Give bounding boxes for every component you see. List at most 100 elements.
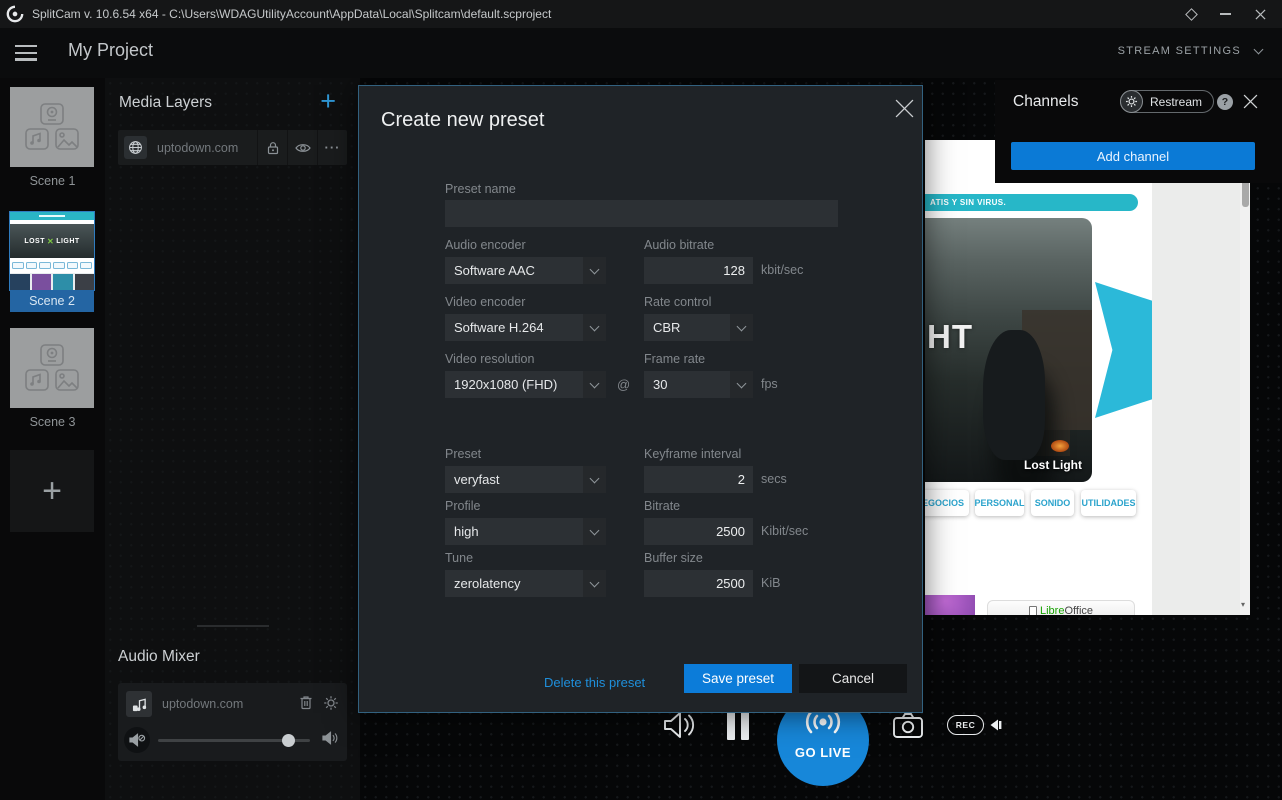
dialog-title: Create new preset <box>381 109 544 132</box>
menu-icon[interactable] <box>15 45 37 65</box>
poster-soldier-silhouette <box>983 330 1045 460</box>
pause-button[interactable] <box>727 712 751 740</box>
video-encoder-label: Video encoder <box>445 295 525 309</box>
libreoffice-card: LibreOffice <box>987 600 1135 615</box>
globe-icon <box>128 140 143 155</box>
webpage-app-tile <box>925 595 975 615</box>
rec-label: REC <box>956 720 975 730</box>
scene-1-thumbnail[interactable] <box>10 87 94 167</box>
scene2-thumbs-row <box>10 273 94 290</box>
record-button[interactable]: REC <box>947 715 984 735</box>
go-live-label: GO LIVE <box>795 745 851 760</box>
scene-placeholder-icon <box>25 344 79 392</box>
frame-rate-label: Frame rate <box>644 352 705 366</box>
video-encoder-select[interactable]: Software H.264 <box>445 314 606 341</box>
video-resolution-label: Video resolution <box>445 352 534 366</box>
bitrate-input[interactable] <box>644 518 753 545</box>
stream-settings-label: STREAM SETTINGS <box>1118 45 1241 57</box>
camera-icon <box>892 711 924 740</box>
buffer-size-label: Buffer size <box>644 551 703 565</box>
lost-light-logo-mark: ✕ <box>47 237 54 246</box>
scene-2-label: Scene 2 <box>10 290 94 312</box>
webpage-preview-layer: ATIS Y SIN VIRUS. HT Lost Light EGOCIOS … <box>925 140 1250 615</box>
bitrate-unit: Kibit/sec <box>761 524 808 538</box>
panel-divider <box>197 625 269 627</box>
layer-visibility-button[interactable] <box>287 130 317 165</box>
poster-fire-glow <box>1051 440 1069 452</box>
stream-settings-button[interactable]: STREAM SETTINGS <box>1118 45 1262 57</box>
lock-layer-button[interactable] <box>257 130 287 165</box>
audio-source-settings-button[interactable] <box>323 695 339 716</box>
scrollbar-down-arrow: ▾ <box>1241 600 1245 609</box>
webpage-side-column <box>1152 183 1250 615</box>
trash-icon <box>299 695 313 710</box>
save-preset-button[interactable]: Save preset <box>684 664 792 693</box>
close-window-icon[interactable] <box>1255 9 1266 20</box>
category-chip: EGOCIOS <box>925 490 969 516</box>
chevron-down-icon <box>583 371 606 398</box>
ellipsis-icon: ··· <box>325 143 341 153</box>
audio-encoder-select[interactable]: Software AAC <box>445 257 606 284</box>
plus-icon: + <box>42 472 62 511</box>
cancel-button[interactable]: Cancel <box>799 664 907 693</box>
scene-3-thumbnail[interactable] <box>10 328 94 408</box>
add-layer-button[interactable]: + <box>320 86 336 117</box>
create-preset-dialog: Create new preset Preset name Audio enco… <box>358 85 923 713</box>
layer-name: uptodown.com <box>157 141 257 155</box>
preset-name-input[interactable] <box>445 200 838 227</box>
layer-menu-button[interactable]: ··· <box>317 130 347 165</box>
help-icon[interactable]: ? <box>1217 94 1233 110</box>
keyframe-interval-label: Keyframe interval <box>644 447 741 461</box>
restream-gear-badge <box>1120 90 1143 113</box>
volume-max-button[interactable] <box>322 731 339 750</box>
media-layer-row[interactable]: uptodown.com ··· <box>118 130 347 165</box>
scene2-header-strip <box>10 212 94 220</box>
speaker-icon <box>322 731 339 745</box>
scene-placeholder-icon <box>25 103 79 151</box>
project-title: My Project <box>68 40 153 61</box>
audio-bitrate-unit: kbit/sec <box>761 263 803 277</box>
scene-3-label: Scene 3 <box>0 415 105 429</box>
audio-monitor-button[interactable] <box>663 710 697 745</box>
restream-button[interactable]: Restream <box>1120 90 1214 113</box>
rate-control-select[interactable]: CBR <box>644 314 753 341</box>
chevron-down-icon <box>730 371 753 398</box>
video-resolution-select[interactable]: 1920x1080 (FHD) <box>445 371 606 398</box>
close-channels-icon[interactable] <box>1243 94 1258 114</box>
resolution-at-separator: @ <box>617 377 630 392</box>
preset-label: Preset <box>445 447 481 461</box>
profile-label: Profile <box>445 499 480 513</box>
tune-select[interactable]: zerolatency <box>445 570 606 597</box>
minimize-icon[interactable] <box>1220 13 1231 15</box>
chevron-down-icon <box>730 314 753 341</box>
audio-mixer-title: Audio Mixer <box>118 648 200 666</box>
mute-button[interactable] <box>124 727 150 753</box>
delete-audio-source-button[interactable] <box>299 695 313 715</box>
buffer-size-input[interactable] <box>644 570 753 597</box>
add-channel-button[interactable]: Add channel <box>1011 142 1255 170</box>
lock-icon <box>267 141 279 155</box>
audio-source-name: uptodown.com <box>162 697 243 711</box>
add-scene-button[interactable]: + <box>10 450 94 532</box>
preset-select[interactable]: veryfast <box>445 466 606 493</box>
dialog-close-icon[interactable] <box>895 99 915 119</box>
window-titlebar: SplitCam v. 10.6.54 x64 - C:\Users\WDAGU… <box>0 0 1282 28</box>
restream-label: Restream <box>1150 95 1202 109</box>
scene-2-thumbnail[interactable]: LOST ✕ LIGHT <box>10 212 94 290</box>
keyframe-interval-unit: secs <box>761 472 787 486</box>
volume-slider[interactable] <box>158 739 310 742</box>
category-chip: UTILIDADES <box>1081 490 1136 516</box>
splitcam-app: { "titlebar": { "title": "SplitCam v. 10… <box>0 0 1282 800</box>
speaker-loud-icon <box>663 710 697 740</box>
keyframe-interval-input[interactable] <box>644 466 753 493</box>
frame-rate-select[interactable]: 30 <box>644 371 753 398</box>
bitrate-label: Bitrate <box>644 499 680 513</box>
volume-knob[interactable] <box>282 734 295 747</box>
snapshot-button[interactable] <box>892 711 924 745</box>
profile-select[interactable]: high <box>445 518 606 545</box>
gear-icon <box>323 695 339 711</box>
chevron-down-icon <box>583 257 606 284</box>
audio-bitrate-input[interactable] <box>644 257 753 284</box>
pin-window-icon[interactable] <box>1185 8 1198 21</box>
delete-preset-link[interactable]: Delete this preset <box>544 675 645 690</box>
